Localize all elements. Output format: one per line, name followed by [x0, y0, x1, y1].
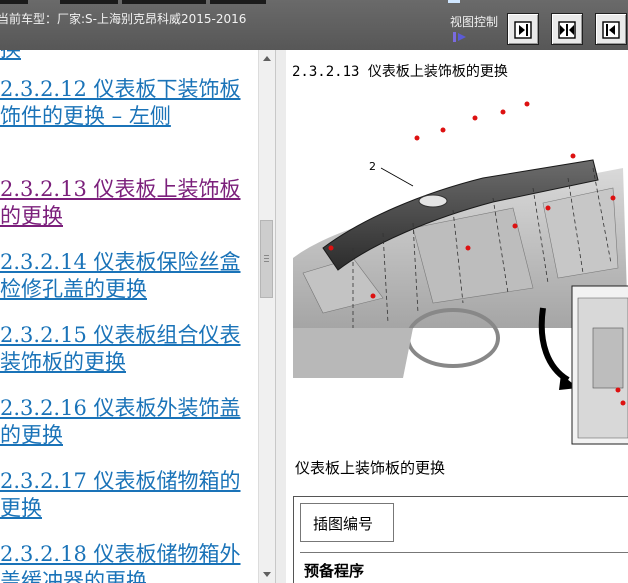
toolbar-strip — [448, 0, 460, 3]
show-both-panes-button[interactable] — [551, 13, 583, 45]
toolbar-strip — [122, 0, 206, 4]
title-number: 2.3.2.13 — [292, 64, 360, 80]
toc-item-2-3-2-14[interactable]: 2.3.2.14 仪表板保险丝盒检修孔盖的更换 — [0, 249, 250, 303]
scroll-thumb[interactable] — [260, 220, 273, 298]
show-left-pane-button[interactable] — [595, 13, 627, 45]
toc-item-2-3-2-13[interactable]: 2.3.2.13 仪表板上装饰板的更换 — [0, 176, 250, 230]
vehicle-label: 当前车型：厂家:S-上海别克昂科威2015-2016 — [0, 12, 247, 26]
page-title: 2.3.2.13 仪表板上装饰板的更换 — [292, 61, 508, 81]
toc-item-2-3-2-16[interactable]: 2.3.2.16 仪表板外装饰盖的更换 — [0, 395, 250, 449]
title-text: 仪表板上装饰板的更换 — [367, 64, 508, 80]
top-toolbar: 当前车型：厂家:S-上海别克昂科威2015-2016 视图控制 — [0, 0, 628, 51]
toc-fragment[interactable]: 换 — [0, 50, 250, 63]
scroll-down-arrow-icon[interactable] — [263, 572, 271, 577]
view-control-icon — [453, 32, 466, 42]
toc-pane: 换 2.3.2.12 仪表板下装饰板饰件的更换 – 左侧 2.3.2.13 仪表… — [0, 50, 258, 583]
toolbar-strip — [210, 0, 266, 4]
preparation-row: 预备程序 — [300, 552, 628, 581]
pane-left-icon — [602, 21, 620, 39]
show-right-pane-button[interactable] — [507, 13, 539, 45]
section-subtitle: 仪表板上装饰板的更换 — [295, 459, 446, 477]
view-control-label: 视图控制 — [450, 15, 499, 29]
scroll-up-arrow-icon[interactable] — [263, 56, 271, 61]
toc-item-2-3-2-15[interactable]: 2.3.2.15 仪表板组合仪表装饰板的更换 — [0, 322, 250, 376]
figure-callout: 2 — [369, 160, 376, 173]
toolbar-strip — [0, 0, 28, 4]
pane-both-icon — [558, 21, 576, 39]
toc-item-2-3-2-17[interactable]: 2.3.2.17 仪表板储物箱的更换 — [0, 468, 250, 522]
toc-scrollbar[interactable] — [258, 50, 276, 583]
toc-item-2-3-2-12[interactable]: 2.3.2.12 仪表板下装饰板饰件的更换 – 左侧 — [0, 76, 250, 130]
pane-right-icon — [514, 21, 532, 39]
toolbar-strip — [60, 0, 118, 4]
illustration-number-header: 插图编号 — [300, 503, 394, 542]
toc-item-2-3-2-18[interactable]: 2.3.2.18 仪表板储物箱外盖缓冲器的更换 — [0, 541, 250, 583]
procedure-table: 插图编号 预备程序 — [293, 496, 628, 583]
dashboard-illustration: 2 — [293, 101, 628, 445]
content-pane: 2.3.2.13 仪表板上装饰板的更换 2 仪表板上装饰板的更换 插图编号 预备… — [286, 50, 628, 583]
